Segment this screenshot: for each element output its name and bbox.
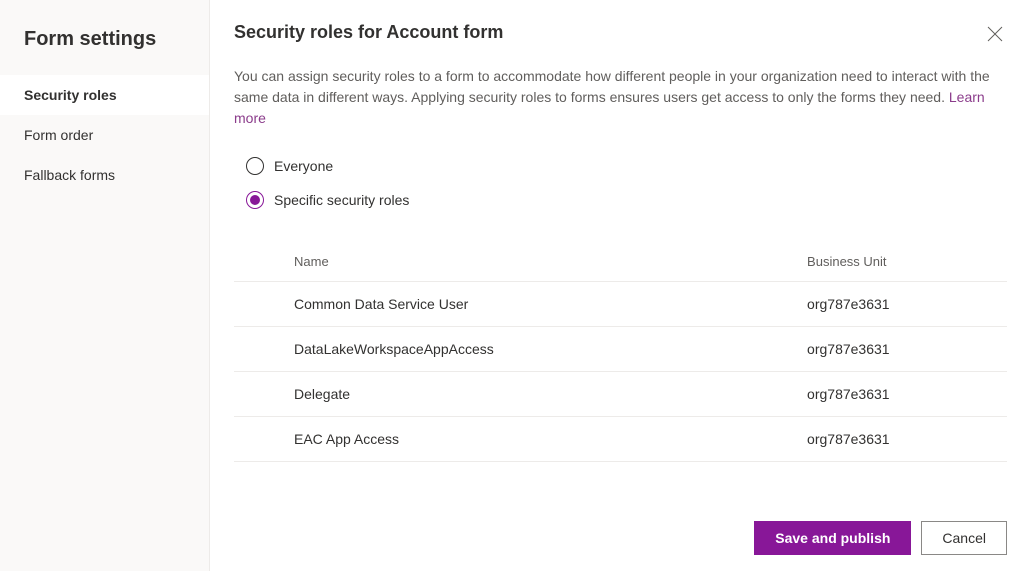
sidebar-item-security-roles[interactable]: Security roles [0, 75, 209, 115]
sidebar-item-form-order[interactable]: Form order [0, 115, 209, 155]
radio-dot-icon [250, 195, 260, 205]
cell-name: EAC App Access [234, 417, 799, 462]
cell-business-unit: org787e3631 [799, 282, 1007, 327]
column-header-business-unit[interactable]: Business Unit [799, 242, 1007, 282]
radio-everyone[interactable]: Everyone [246, 157, 1007, 175]
table-row[interactable]: Delegateorg787e3631 [234, 372, 1007, 417]
sidebar-item-label: Form order [24, 127, 93, 143]
radio-circle-selected-icon [246, 191, 264, 209]
radio-specific[interactable]: Specific security roles [246, 191, 1007, 209]
cell-business-unit: org787e3631 [799, 372, 1007, 417]
cancel-button[interactable]: Cancel [921, 521, 1007, 555]
main-header: Security roles for Account form [210, 0, 1031, 50]
close-icon [987, 26, 1003, 42]
roles-table-container: Name Business Unit Common Data Service U… [234, 241, 1007, 485]
roles-table: Name Business Unit Common Data Service U… [234, 242, 1007, 462]
sidebar: Form settings Security roles Form order … [0, 0, 210, 571]
radio-label: Specific security roles [274, 192, 409, 208]
description-text: You can assign security roles to a form … [210, 50, 1031, 129]
main-panel: Security roles for Account form You can … [210, 0, 1031, 571]
sidebar-title: Form settings [0, 0, 209, 75]
sidebar-item-label: Fallback forms [24, 167, 115, 183]
table-header-row: Name Business Unit [234, 242, 1007, 282]
sidebar-item-label: Security roles [24, 87, 117, 103]
table-row[interactable]: Common Data Service Userorg787e3631 [234, 282, 1007, 327]
cell-name: Delegate [234, 372, 799, 417]
radio-group: Everyone Specific security roles [210, 129, 1031, 233]
radio-circle-icon [246, 157, 264, 175]
roles-table-scroll[interactable]: Name Business Unit Common Data Service U… [234, 241, 1007, 485]
column-header-name[interactable]: Name [234, 242, 799, 282]
table-row[interactable]: DataLakeWorkspaceAppAccessorg787e3631 [234, 327, 1007, 372]
description-body: You can assign security roles to a form … [234, 68, 990, 105]
radio-label: Everyone [274, 158, 333, 174]
sidebar-item-fallback-forms[interactable]: Fallback forms [0, 155, 209, 195]
page-title: Security roles for Account form [234, 22, 503, 43]
footer: Save and publish Cancel [730, 505, 1031, 571]
cell-name: Common Data Service User [234, 282, 799, 327]
save-and-publish-button[interactable]: Save and publish [754, 521, 911, 555]
cell-business-unit: org787e3631 [799, 417, 1007, 462]
table-row[interactable]: EAC App Accessorg787e3631 [234, 417, 1007, 462]
close-button[interactable] [983, 22, 1007, 50]
cell-business-unit: org787e3631 [799, 327, 1007, 372]
cell-name: DataLakeWorkspaceAppAccess [234, 327, 799, 372]
